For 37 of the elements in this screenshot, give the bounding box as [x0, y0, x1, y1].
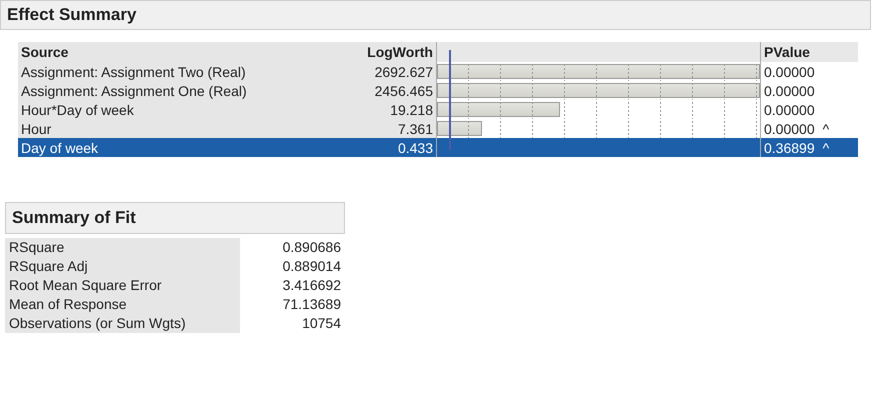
table-row[interactable]: Assignment: Assignment One (Real) 2456.465 0.00000: [18, 81, 858, 100]
caret-mark: ^: [822, 140, 830, 156]
table-row[interactable]: Hour*Day of week 19.218 0.00000: [18, 100, 858, 119]
caret-mark: ^: [822, 120, 830, 136]
statistic-label: Mean of Response: [5, 295, 240, 314]
source-cell: Day of week: [18, 138, 330, 157]
column-header: Source: [18, 42, 330, 62]
p-value: 0.36899: [764, 140, 815, 156]
logworth-cell: 19.218: [330, 100, 436, 119]
logworth-cell: 2692.627: [330, 62, 436, 81]
section-title[interactable]: Summary of Fit: [5, 202, 345, 234]
table-row[interactable]: Hour 7.361 0.00000 ^: [18, 119, 858, 138]
table-row[interactable]: Assignment: Assignment Two (Real) 2692.627 0.00000: [18, 62, 858, 81]
statistic-label: Root Mean Square Error: [5, 276, 240, 295]
logworth-cell: 7.361: [330, 119, 436, 138]
statistic-label: Observations (or Sum Wgts): [5, 314, 240, 333]
p-value: 0.00000: [764, 64, 815, 80]
statistic-label: RSquare: [5, 238, 240, 257]
p-value: 0.00000: [764, 102, 815, 118]
source-cell: Hour*Day of week: [18, 100, 330, 119]
logworth-cell: 0.433: [330, 138, 436, 157]
table-row[interactable]: Day of week 0.433 0.36899 ^: [18, 138, 858, 157]
column-header: PValue: [760, 42, 833, 62]
statistic-value: 0.889014: [282, 257, 342, 276]
statistic-value: 0.890686: [282, 238, 342, 257]
statistic-value: 3.416692: [282, 276, 342, 295]
column-header: LogWorth: [330, 42, 436, 62]
statistic-label: RSquare Adj: [5, 257, 240, 276]
statistic-value: 71.13689: [282, 295, 342, 314]
source-cell: Assignment: Assignment One (Real): [18, 81, 330, 100]
statistic-value: 10754: [301, 314, 342, 333]
section-title[interactable]: Effect Summary: [0, 0, 871, 30]
p-value: 0.00000: [764, 120, 815, 136]
p-value: 0.00000: [764, 82, 815, 98]
source-cell: Assignment: Assignment Two (Real): [18, 62, 330, 81]
logworth-cell: 2456.465: [330, 81, 436, 100]
source-cell: Hour: [18, 119, 330, 138]
